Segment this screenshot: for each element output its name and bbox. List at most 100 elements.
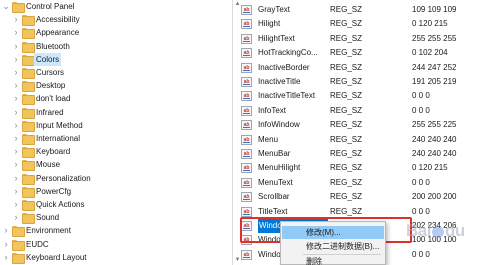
tree-item-label: International <box>36 134 81 143</box>
chevron-right-icon[interactable]: › <box>12 26 20 39</box>
chevron-right-icon[interactable]: › <box>2 251 10 264</box>
folder-icon <box>22 160 35 172</box>
tree-item-label: Input Method <box>36 120 83 130</box>
chevron-right-icon[interactable]: › <box>12 211 20 224</box>
chevron-right-icon[interactable]: › <box>12 119 20 132</box>
tree-item[interactable]: › Colors <box>0 52 232 66</box>
tree-item-label: don't load <box>36 94 71 104</box>
tree-item-label: Desktop <box>36 81 66 91</box>
tree-item[interactable]: › Appearance <box>0 26 232 40</box>
scroll-down-arrow-icon[interactable]: ▼ <box>233 256 242 265</box>
value-name: MenuHilight <box>258 163 301 173</box>
context-menu-item-delete[interactable]: 删除 <box>282 255 384 265</box>
value-row[interactable]: ab InactiveTitleText REG_SZ 0 0 0 <box>234 89 500 103</box>
value-type: REG_SZ <box>330 163 363 173</box>
tree-item[interactable]: › Infrared <box>0 106 232 119</box>
chevron-right-icon[interactable]: › <box>2 238 10 251</box>
chevron-right-icon[interactable]: › <box>12 106 20 119</box>
folder-icon <box>22 173 35 185</box>
value-name: Hilight <box>258 19 281 29</box>
value-row[interactable]: ab MenuText REG_SZ 0 0 0 <box>234 176 500 190</box>
registry-key-tree[interactable]: ⌄ Control Panel › Accessibility › Appearance ›… <box>0 0 233 265</box>
tree-item[interactable]: › Input Method <box>0 119 232 132</box>
value-row[interactable]: ab Scrollbar REG_SZ 200 200 200 <box>234 190 500 204</box>
scroll-up-arrow-icon[interactable]: ▲ <box>233 0 242 9</box>
value-type: REG_SZ <box>330 149 363 158</box>
value-row[interactable]: ab InfoText REG_SZ 0 0 0 <box>234 104 500 118</box>
tree-item-label: EUDC <box>26 239 49 249</box>
value-row[interactable]: ab Hilight REG_SZ 0 120 215 <box>234 17 500 31</box>
chevron-right-icon[interactable]: › <box>12 40 20 53</box>
tree-item[interactable]: › Keyboard Layout <box>0 251 232 264</box>
value-name: Menu <box>258 134 279 144</box>
chevron-right-icon[interactable]: › <box>12 79 20 92</box>
tree-item-label: Sound <box>36 213 60 223</box>
chevron-right-icon[interactable]: › <box>12 53 20 66</box>
tree-item[interactable]: › EUDC <box>0 238 232 251</box>
tree-item-label: Infrared <box>36 107 64 117</box>
chevron-right-icon[interactable]: › <box>12 132 20 145</box>
folder-icon <box>22 200 35 211</box>
chevron-right-icon[interactable]: › <box>2 224 10 237</box>
value-data: 200 200 200 <box>412 192 457 202</box>
chevron-down-icon[interactable]: ⌄ <box>2 0 10 13</box>
chevron-right-icon[interactable]: › <box>12 198 20 211</box>
tree-item[interactable]: › Personalization <box>0 172 232 185</box>
folder-icon <box>22 28 35 40</box>
tree-item[interactable]: › Sound <box>0 211 232 225</box>
value-type: REG_SZ <box>330 77 363 86</box>
value-name: Scrollbar <box>258 192 290 202</box>
value-name: HotTrackingCo... <box>258 48 318 58</box>
chevron-right-icon[interactable]: › <box>12 172 20 185</box>
chevron-right-icon[interactable]: › <box>12 13 20 26</box>
chevron-right-icon[interactable]: › <box>12 145 20 158</box>
string-value-icon: ab <box>241 149 252 159</box>
tree-item[interactable]: › PowerCfg <box>0 185 232 198</box>
value-data: 255 255 225 <box>412 120 457 130</box>
tree-item[interactable]: › Quick Actions <box>0 198 232 211</box>
chevron-right-icon[interactable]: › <box>12 66 20 79</box>
tree-item[interactable]: › Cursors <box>0 66 232 79</box>
tree-item[interactable]: › International <box>0 132 232 145</box>
string-value-icon: ab <box>241 91 252 102</box>
folder-icon <box>22 68 35 79</box>
tree-item-label: Colors <box>34 52 62 66</box>
context-menu-item-modify-binary[interactable]: 修改二进制数据(B)... <box>282 240 384 253</box>
folder-icon <box>22 54 35 66</box>
value-row[interactable]: ab HotTrackingCo... REG_SZ 0 102 204 <box>234 46 500 60</box>
value-row[interactable]: ab GrayText REG_SZ 109 109 109 <box>234 3 500 17</box>
string-value-icon: ab <box>241 33 252 44</box>
value-data: 0 120 215 <box>412 163 448 173</box>
folder-icon <box>22 81 35 93</box>
paw-icon <box>431 225 444 238</box>
context-menu-item-modify[interactable]: 修改(M)... <box>282 226 384 239</box>
value-type: REG_SZ <box>330 134 363 144</box>
value-row[interactable]: ab InfoWindow REG_SZ 255 255 225 <box>234 118 500 132</box>
value-name: InactiveTitle <box>258 77 301 86</box>
value-row[interactable]: ab MenuBar REG_SZ 240 240 240 <box>234 147 500 161</box>
folder-icon <box>22 186 35 198</box>
tree-item-label: Bluetooth <box>36 41 70 51</box>
value-row[interactable]: ab Menu REG_SZ 240 240 240 <box>234 133 500 147</box>
tree-item[interactable]: › Keyboard <box>0 145 232 159</box>
tree-item[interactable]: › Environment <box>0 224 232 238</box>
tree-item[interactable]: › Accessibility <box>0 13 232 27</box>
chevron-right-icon[interactable]: › <box>12 185 20 198</box>
tree-item[interactable]: › Desktop <box>0 79 232 93</box>
tree-item[interactable]: ⌄ Control Panel <box>0 0 232 13</box>
string-value-icon: ab <box>241 77 252 87</box>
value-data: 0 120 215 <box>412 19 448 29</box>
string-value-icon: ab <box>241 19 252 30</box>
value-row[interactable]: ab InactiveBorder REG_SZ 244 247 252 <box>234 61 500 75</box>
folder-icon <box>22 41 35 53</box>
tree-item[interactable]: › Mouse <box>0 158 232 172</box>
value-row[interactable]: ab HilightText REG_SZ 255 255 255 <box>234 32 500 46</box>
tree-item[interactable]: › don't load <box>0 92 232 106</box>
value-row[interactable]: ab InactiveTitle REG_SZ 191 205 219 <box>234 75 500 89</box>
baidu-watermark-logo: Bai du <box>406 221 465 240</box>
chevron-right-icon[interactable]: › <box>12 158 20 171</box>
tree-item[interactable]: › Bluetooth <box>0 40 232 53</box>
chevron-right-icon[interactable]: › <box>12 92 20 105</box>
value-type: REG_SZ <box>330 5 363 14</box>
value-row[interactable]: ab MenuHilight REG_SZ 0 120 215 <box>234 161 500 175</box>
